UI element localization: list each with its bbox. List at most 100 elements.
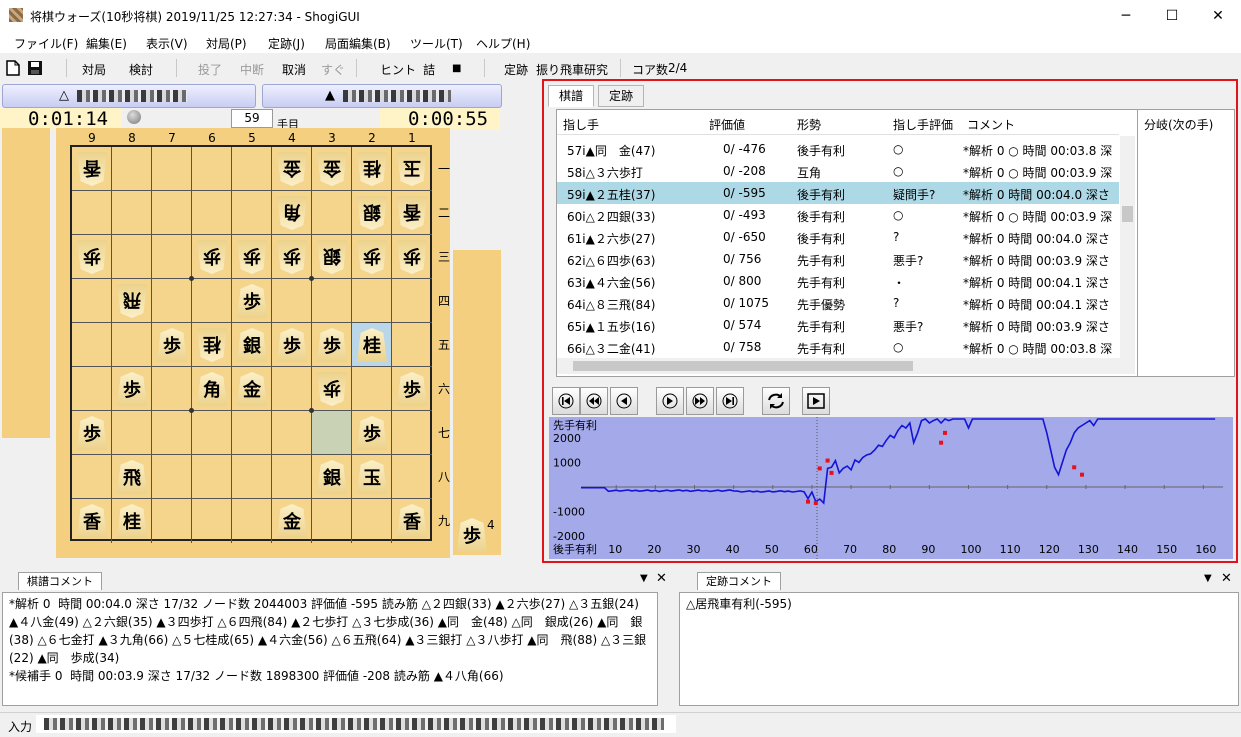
vertical-scrollbar[interactable] <box>1120 136 1135 358</box>
board-square[interactable] <box>192 411 232 455</box>
move-number-input[interactable]: 59 <box>231 109 273 128</box>
menu-position-edit[interactable]: 局面編集(B) <box>325 35 391 52</box>
board-square[interactable] <box>152 367 192 411</box>
kifu-row[interactable]: 58i△３六歩打 0/ -208 互角 ○ *解析 0 ○ 時間 00:03.9 深 <box>557 160 1119 182</box>
now-button[interactable]: すぐ <box>321 61 345 78</box>
forward-10-button[interactable] <box>686 387 714 415</box>
gote-piece[interactable]: 銀 <box>357 196 387 230</box>
gote-piece[interactable]: 歩 <box>397 240 427 274</box>
board-square[interactable] <box>192 279 232 323</box>
kifu-row[interactable]: 63i▲４六金(56) 0/ 800 先手有利 ・ *解析 0 時間 00:04.1 深… <box>557 270 1119 292</box>
sente-piece[interactable]: 桂 <box>117 504 147 538</box>
close-button[interactable]: ✕ <box>1195 0 1241 31</box>
tab-kifu[interactable]: 棋譜 <box>548 85 595 107</box>
board-square[interactable] <box>192 455 232 499</box>
menu-file[interactable]: ファイル(F) <box>14 35 78 52</box>
sente-piece[interactable]: 角 <box>197 372 227 406</box>
panel-menu-icon[interactable]: ▼ <box>640 573 648 584</box>
first-move-button[interactable] <box>552 387 580 415</box>
kifu-list[interactable]: 指し手 評価値 形勢 指し手評価 コメント 57i▲同 金(47) 0/ -476… <box>556 109 1138 377</box>
board-square[interactable] <box>392 455 432 499</box>
gote-piece[interactable]: 歩 <box>277 240 307 274</box>
board-square[interactable] <box>152 411 192 455</box>
gote-piece[interactable]: 歩 <box>197 240 227 274</box>
board-square[interactable] <box>112 235 152 279</box>
panel-menu-icon[interactable]: ▼ <box>1204 573 1212 584</box>
gote-piece[interactable]: 歩 <box>77 240 107 274</box>
horizontal-scrollbar[interactable] <box>557 358 1135 374</box>
board-square[interactable] <box>272 455 312 499</box>
sente-piece[interactable]: 歩 <box>277 328 307 362</box>
kifu-row[interactable]: 60i△２四銀(33) 0/ -493 後手有利 ○ *解析 0 ○ 時間 00:03.… <box>557 204 1119 226</box>
gote-piece[interactable]: 金 <box>317 152 347 186</box>
col-judge[interactable]: 指し手評価 <box>893 116 953 133</box>
kifu-comment-tab[interactable]: 棋譜コメント <box>18 572 102 590</box>
mate-button[interactable]: 詰 <box>423 61 435 78</box>
board-square[interactable] <box>112 411 152 455</box>
board-square[interactable] <box>152 147 192 191</box>
hint-button[interactable]: ヒント <box>380 61 416 78</box>
sente-piece[interactable]: 歩 <box>357 416 387 450</box>
sente-piece[interactable]: 金 <box>237 372 267 406</box>
minimize-button[interactable]: ─ <box>1103 0 1149 31</box>
flip-board-button[interactable] <box>762 387 790 415</box>
sente-piece[interactable]: 香 <box>397 504 427 538</box>
study-button[interactable]: 検討 <box>129 61 153 78</box>
board-square[interactable] <box>72 279 112 323</box>
sente-piece[interactable]: 歩 <box>77 416 107 450</box>
board-square[interactable] <box>112 323 152 367</box>
gote-piece[interactable]: 金 <box>277 152 307 186</box>
board-square[interactable] <box>112 147 152 191</box>
menu-joseki[interactable]: 定跡(J) <box>268 35 305 52</box>
board-square[interactable] <box>272 367 312 411</box>
kifu-row[interactable]: 61i▲２六歩(27) 0/ -650 後手有利? *解析 0 時間 00:04.0 … <box>557 226 1119 248</box>
col-move[interactable]: 指し手 <box>563 116 599 133</box>
pause-button[interactable]: 中断 <box>240 61 264 78</box>
board-square[interactable] <box>152 279 192 323</box>
gote-piece[interactable]: 銀 <box>317 240 347 274</box>
gote-piece[interactable]: 桂 <box>357 152 387 186</box>
sente-piece[interactable]: 銀 <box>237 328 267 362</box>
game-button[interactable]: 対局 <box>82 61 106 78</box>
kifu-row[interactable]: 65i▲１五歩(16) 0/ 574 先手有利 悪手? *解析 0 時間 00:03.9… <box>557 314 1119 336</box>
gote-piece[interactable]: 角 <box>277 196 307 230</box>
menu-game[interactable]: 対局(P) <box>206 35 247 52</box>
panel-close-icon[interactable]: ✕ <box>656 571 667 586</box>
col-comment[interactable]: コメント <box>967 116 1015 133</box>
kifu-row[interactable]: 59i▲２五桂(37) 0/ -595 後手有利 疑問手? *解析 0 時間 00:04… <box>557 182 1119 204</box>
board-square[interactable] <box>192 499 232 543</box>
board-square[interactable] <box>272 411 312 455</box>
kifu-row[interactable]: 66i△３二金(41) 0/ 758 先手有利 ○ *解析 0 ○ 時間 00:03.8… <box>557 336 1119 358</box>
cores-value[interactable]: 2/4 <box>668 61 687 75</box>
menu-tools[interactable]: ツール(T) <box>410 35 463 52</box>
maximize-button[interactable]: ☐ <box>1149 0 1195 31</box>
gote-piece[interactable]: 桂 <box>197 328 227 362</box>
sente-piece[interactable]: 歩 <box>157 328 187 362</box>
save-icon[interactable] <box>27 60 43 76</box>
forward-button[interactable] <box>656 387 684 415</box>
board-square[interactable] <box>352 279 392 323</box>
gote-piece[interactable]: 香 <box>77 152 107 186</box>
stop-button[interactable]: ■ <box>452 63 461 74</box>
board-square[interactable] <box>192 147 232 191</box>
sente-piece[interactable]: 歩 <box>237 284 267 318</box>
gote-piece[interactable]: 歩 <box>317 372 347 406</box>
board-square[interactable] <box>112 191 152 235</box>
board-square[interactable] <box>72 191 112 235</box>
shogi-board[interactable]: 香金金桂玉角銀香歩歩歩歩銀歩歩飛歩歩桂銀歩歩桂歩角金歩歩歩歩飛銀玉香桂金香 <box>70 145 432 543</box>
board-square[interactable] <box>232 147 272 191</box>
hand-piece-sente[interactable]: 歩 <box>457 518 487 552</box>
board-square[interactable] <box>72 455 112 499</box>
panel-close-icon[interactable]: ✕ <box>1221 571 1232 586</box>
menu-view[interactable]: 表示(V) <box>146 35 188 52</box>
sente-piece[interactable]: 歩 <box>397 372 427 406</box>
joseki-comment-text[interactable]: △居飛車有利(-595) <box>679 592 1239 706</box>
board-square[interactable] <box>152 191 192 235</box>
back-10-button[interactable] <box>580 387 608 415</box>
sente-piece[interactable]: 歩 <box>117 372 147 406</box>
evaluation-graph[interactable]: 2000 1000 -1000 -2000 先手有利後手有利 10 20 30 40 50 60 70… <box>549 417 1233 559</box>
joseki-comment-tab[interactable]: 定跡コメント <box>697 572 781 590</box>
gote-piece[interactable]: 飛 <box>117 284 147 318</box>
menu-edit[interactable]: 編集(E) <box>86 35 127 52</box>
board-square[interactable] <box>392 279 432 323</box>
